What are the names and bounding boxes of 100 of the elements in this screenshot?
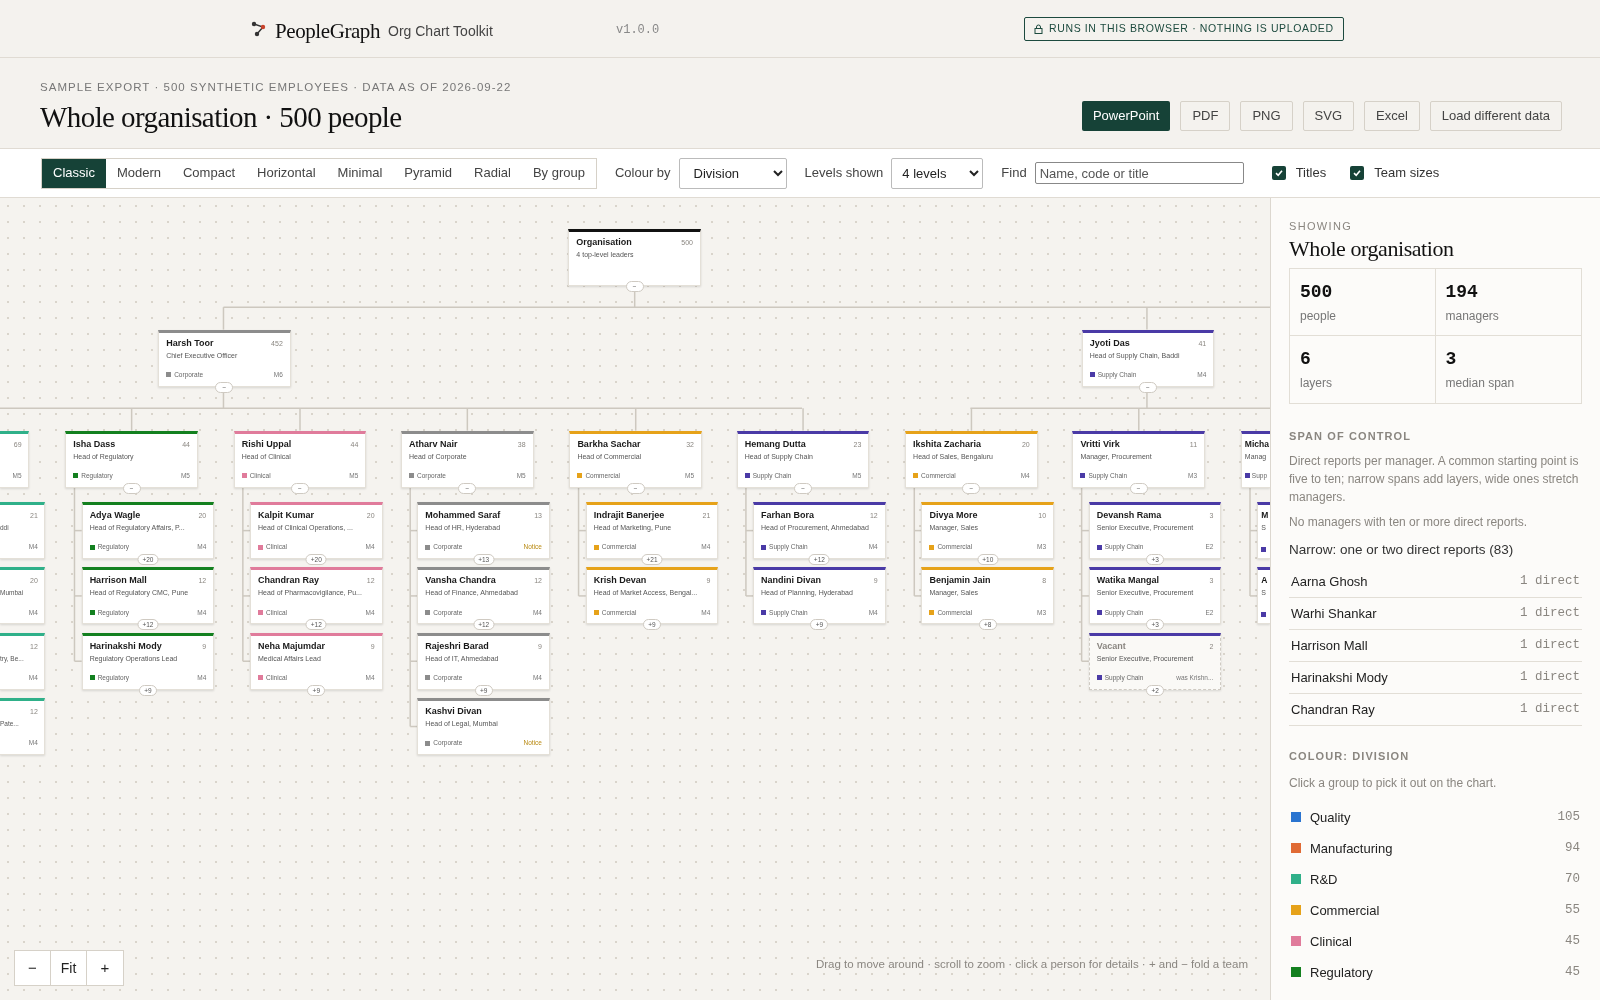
person-name: Vritti Virk bbox=[1080, 438, 1120, 450]
direct-count: 1 direct bbox=[1520, 605, 1580, 623]
stat-value: 3 bbox=[1445, 347, 1458, 370]
manager-row[interactable]: Harinakshi Mody 1 direct bbox=[1289, 662, 1582, 695]
person-name: Farhan Bora bbox=[761, 510, 815, 522]
layout-tab[interactable]: Minimal bbox=[326, 158, 394, 188]
checkbox[interactable] bbox=[1350, 166, 1365, 180]
layout-tab[interactable]: Pyramid bbox=[393, 158, 464, 188]
span-note: No managers with ten or more direct reports. bbox=[1289, 514, 1529, 531]
person-name: Atharv Nair bbox=[409, 438, 458, 450]
layout-tab[interactable]: Radial bbox=[463, 158, 522, 188]
legend-item[interactable]: Manufacturing 94 bbox=[1289, 832, 1582, 864]
section-heading: SPAN OF CONTROL bbox=[1289, 428, 1412, 444]
direct-count: 1 direct bbox=[1520, 701, 1580, 719]
legend-item[interactable]: Regulatory 45 bbox=[1289, 956, 1582, 988]
manager-name: Warhi Shankar bbox=[1291, 605, 1377, 623]
export-button[interactable]: PDF bbox=[1180, 101, 1231, 131]
manager-row[interactable]: Warhi Shankar 1 direct bbox=[1289, 598, 1582, 631]
search-field[interactable]: Name, code or title bbox=[1034, 162, 1244, 184]
export-button[interactable]: Load different data bbox=[1429, 101, 1562, 131]
direct-count: 1 direct bbox=[1520, 637, 1580, 655]
layout-tab[interactable]: Classic bbox=[42, 158, 106, 188]
manager-row[interactable]: Chandran Ray 1 direct bbox=[1289, 694, 1582, 727]
person-name: Rishi Uppal bbox=[241, 438, 292, 450]
zoom-out-button[interactable]: − bbox=[15, 951, 51, 985]
person-name: Rajeshri Barad bbox=[425, 640, 489, 652]
legend-count: 70 bbox=[1565, 870, 1580, 888]
logo-icon bbox=[251, 21, 267, 37]
direct-count: 1 direct bbox=[1520, 669, 1580, 687]
person-name: Harrison Mall bbox=[89, 575, 147, 587]
layout-tab[interactable]: Modern bbox=[105, 158, 172, 188]
person-name: Barkha Sachar bbox=[577, 438, 641, 450]
legend-item[interactable]: Clinical 45 bbox=[1289, 925, 1582, 957]
legend-count: 94 bbox=[1565, 839, 1580, 857]
checkbox-option[interactable]: Team sizes bbox=[1350, 163, 1440, 183]
levels-select[interactable]: 4 levels bbox=[891, 157, 984, 189]
product-name: Org Chart Toolkit bbox=[388, 22, 493, 41]
legend-label: Clinical bbox=[1310, 932, 1353, 951]
person-name: Benjamin Jain bbox=[929, 575, 991, 587]
person-name: Vacant bbox=[1096, 640, 1126, 652]
export-button[interactable]: PNG bbox=[1240, 101, 1293, 131]
manager-name: Chandran Ray bbox=[1291, 701, 1375, 719]
legend-count: 45 bbox=[1565, 932, 1580, 950]
section-heading: COLOUR: DIVISION bbox=[1289, 749, 1411, 765]
person-name: Neha Majumdar bbox=[258, 640, 326, 652]
legend-label: Regulatory bbox=[1310, 963, 1374, 982]
person-name: Mohammed Saraf bbox=[425, 510, 501, 522]
zoom-in-button[interactable]: + bbox=[87, 951, 123, 985]
person-name: Chandran Ray bbox=[258, 575, 319, 587]
person-name: Harinakshi Mody bbox=[89, 640, 162, 652]
export-button[interactable]: SVG bbox=[1302, 101, 1354, 131]
badge-text: RUNS IN THIS BROWSER · NOTHING IS UPLOADED bbox=[1049, 21, 1334, 37]
manager-row[interactable]: Aarna Ghosh 1 direct bbox=[1289, 566, 1582, 599]
span-description: Direct reports per manager. A common starting point is five to ten; narrow spans add layers, wide ones stretch managers. bbox=[1289, 453, 1580, 506]
legend-item[interactable]: Quality 105 bbox=[1289, 801, 1582, 833]
legend-label: Manufacturing bbox=[1310, 839, 1394, 858]
field-label: Levels shown bbox=[804, 164, 884, 183]
export-button[interactable]: PowerPoint bbox=[1081, 101, 1171, 131]
page-title: Whole organisation · 500 people bbox=[40, 100, 403, 134]
checkbox-option[interactable]: Titles bbox=[1271, 163, 1327, 183]
legend-label: R&D bbox=[1310, 870, 1339, 889]
colour-select[interactable]: Division bbox=[678, 157, 787, 189]
manager-name: Aarna Ghosh bbox=[1291, 573, 1368, 591]
division-swatch bbox=[1261, 547, 1267, 553]
person-name: Harsh Toor bbox=[166, 337, 214, 349]
check-icon bbox=[1273, 168, 1284, 178]
checkbox[interactable] bbox=[1271, 166, 1286, 180]
legend-label: Commercial bbox=[1310, 901, 1381, 920]
lock-icon bbox=[1034, 24, 1043, 34]
layout-tab[interactable]: Horizontal bbox=[246, 158, 327, 188]
sidebar-title: Whole organisation bbox=[1289, 234, 1455, 263]
version-label: v1.0.0 bbox=[616, 22, 660, 39]
navigation-hint: Drag to move around · scroll to zoom · click a person for details · + and − fold a team bbox=[815, 956, 1248, 972]
layout-tab[interactable]: By group bbox=[521, 158, 596, 188]
person-name: M bbox=[1261, 510, 1270, 522]
checkbox-label: Titles bbox=[1295, 164, 1327, 183]
person-name: Watika Mangal bbox=[1096, 575, 1159, 587]
stat-value: 6 bbox=[1300, 347, 1312, 370]
legend-count: 105 bbox=[1557, 808, 1580, 826]
check-icon bbox=[1352, 168, 1363, 178]
person-name: A bbox=[1261, 575, 1269, 587]
legend-count: 55 bbox=[1565, 901, 1580, 919]
layout-tab[interactable]: Compact bbox=[172, 158, 246, 188]
fit-button[interactable]: Fit bbox=[51, 951, 87, 985]
narrow-heading: Narrow: one or two direct reports (83) bbox=[1289, 541, 1515, 559]
stat-label: layers bbox=[1300, 374, 1333, 392]
section-label: SHOWING bbox=[1289, 219, 1353, 234]
stat-label: people bbox=[1300, 307, 1338, 325]
legend-item[interactable]: Commercial 55 bbox=[1289, 894, 1582, 926]
field-label: Colour by bbox=[614, 164, 671, 183]
legend-item[interactable]: R&D 70 bbox=[1289, 863, 1582, 895]
export-button[interactable]: Excel bbox=[1364, 101, 1420, 131]
field-label: Find bbox=[1001, 164, 1027, 183]
manager-row[interactable]: Harrison Mall 1 direct bbox=[1289, 630, 1582, 663]
stat-label: managers bbox=[1445, 307, 1500, 325]
direct-count: 1 direct bbox=[1520, 573, 1580, 591]
stat-value: 500 bbox=[1300, 280, 1334, 303]
person-name: Organisation bbox=[576, 236, 632, 248]
legend-label: Quality bbox=[1310, 808, 1352, 827]
eyebrow-text: SAMPLE EXPORT · 500 SYNTHETIC EMPLOYEES · DATA AS OF 2026-09-22 bbox=[40, 79, 512, 95]
